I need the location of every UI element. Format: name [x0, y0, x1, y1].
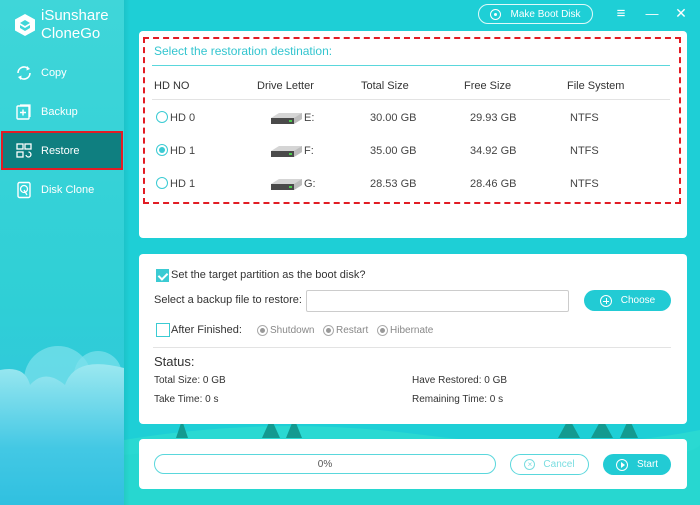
sidebar-divider: [124, 0, 130, 505]
drive-letter: F:: [304, 145, 314, 157]
hd-number: HD 0: [170, 112, 196, 124]
hibernate-radio[interactable]: Hibernate: [377, 325, 433, 336]
backup-file-label: Select a backup file to restore:: [154, 294, 302, 306]
total-size-status: Total Size: 0 GB: [154, 375, 226, 386]
disk-clone-icon: [15, 181, 33, 199]
make-boot-disk-button[interactable]: Make Boot Disk: [478, 4, 593, 24]
destination-panel: Select the restoration destination: HD N…: [139, 31, 687, 238]
total-size: 30.00 GB: [370, 112, 417, 124]
file-system: NTFS: [570, 112, 599, 124]
table-row[interactable]: HD 0 E: 30.00 GB 29.93 GB NTFS: [139, 109, 687, 129]
after-finished-label: After Finished:: [171, 324, 242, 336]
choose-button[interactable]: Choose: [584, 290, 671, 311]
options-panel: Set the target partition as the boot dis…: [139, 254, 687, 424]
header-divider: [152, 99, 670, 100]
hard-drive-icon: [271, 179, 302, 190]
app-logo: iSunshare CloneGo: [14, 7, 109, 43]
have-restored-status: Have Restored: 0 GB: [412, 375, 508, 386]
hd-number: HD 1: [170, 178, 196, 190]
status-heading: Status:: [154, 354, 195, 369]
radio-icon: [323, 325, 334, 336]
remaining-time-status: Remaining Time: 0 s: [412, 394, 504, 405]
row-radio[interactable]: [156, 144, 168, 156]
total-size: 28.53 GB: [370, 178, 417, 190]
restart-radio[interactable]: Restart: [323, 325, 368, 336]
free-size: 28.46 GB: [470, 178, 517, 190]
sync-icon: [15, 64, 33, 82]
brand-name-line2: CloneGo: [41, 25, 101, 42]
row-radio[interactable]: [156, 177, 168, 189]
sidebar-item-label: Disk Clone: [41, 183, 95, 196]
menu-icon[interactable]: ≡: [612, 3, 630, 23]
close-icon[interactable]: ✕: [672, 3, 690, 23]
restore-icon: [15, 142, 33, 160]
shutdown-radio[interactable]: Shutdown: [257, 325, 314, 336]
cancel-label: Cancel: [543, 459, 575, 470]
drive-letter: E:: [304, 112, 315, 124]
shutdown-label: Shutdown: [270, 325, 315, 336]
backup-plus-icon: [15, 103, 33, 121]
sidebar-item-disk-clone[interactable]: Disk Clone: [0, 170, 124, 209]
status-divider: [153, 347, 671, 348]
cancel-circle-icon: ×: [524, 459, 536, 470]
destination-title: Select the restoration destination:: [154, 44, 333, 58]
choose-label: Choose: [620, 295, 656, 306]
start-button[interactable]: Start: [603, 454, 671, 475]
plus-circle-icon: [599, 294, 612, 307]
sidebar-item-label: Copy: [41, 66, 67, 79]
table-row[interactable]: HD 1 G: 28.53 GB 28.46 GB NTFS: [139, 175, 687, 195]
start-label: Start: [636, 459, 659, 470]
title-divider: [152, 65, 670, 66]
file-system: NTFS: [570, 178, 599, 190]
after-finished-checkbox[interactable]: [156, 323, 170, 337]
sidebar-item-backup[interactable]: Backup: [0, 92, 124, 131]
hard-drive-icon: [271, 146, 302, 157]
sidebar-item-label: Restore: [41, 144, 80, 157]
free-size: 29.93 GB: [470, 112, 517, 124]
sidebar: iSunshare CloneGo Copy Backup Restore Di…: [0, 0, 124, 505]
progress-label: 0%: [317, 458, 333, 470]
play-circle-icon: [615, 458, 628, 471]
backup-file-input[interactable]: [306, 290, 569, 312]
drive-letter: G:: [304, 178, 316, 190]
cancel-button[interactable]: × Cancel: [510, 454, 589, 475]
radio-icon: [377, 325, 388, 336]
sidebar-item-restore[interactable]: Restore: [1, 131, 123, 170]
sidebar-item-label: Backup: [41, 105, 78, 118]
restart-label: Restart: [336, 325, 369, 336]
column-header-total-size: Total Size: [361, 80, 409, 92]
boot-disk-label: Set the target partition as the boot dis…: [171, 269, 366, 281]
boot-disk-checkbox[interactable]: [156, 269, 169, 282]
radio-icon: [257, 325, 268, 336]
column-header-drive-letter: Drive Letter: [257, 80, 314, 92]
column-header-free-size: Free Size: [464, 80, 512, 92]
minimize-icon[interactable]: —: [643, 3, 661, 23]
table-row[interactable]: HD 1 F: 35.00 GB 34.92 GB NTFS: [139, 142, 687, 162]
progress-bar: 0%: [154, 454, 496, 474]
column-header-file-system: File System: [567, 80, 625, 92]
take-time-status: Take Time: 0 s: [154, 394, 219, 405]
disc-icon: [490, 8, 502, 20]
hd-number: HD 1: [170, 145, 196, 157]
hard-drive-icon: [271, 113, 302, 124]
file-system: NTFS: [570, 145, 599, 157]
total-size: 35.00 GB: [370, 145, 417, 157]
logo-icon: [15, 14, 35, 36]
free-size: 34.92 GB: [470, 145, 517, 157]
make-boot-disk-label: Make Boot Disk: [510, 8, 581, 20]
clouds-decoration: [0, 346, 124, 505]
column-header-hd-no: HD NO: [154, 80, 190, 92]
sidebar-nav: Copy Backup Restore Disk Clone: [0, 53, 124, 209]
row-radio[interactable]: [156, 111, 168, 123]
hibernate-label: Hibernate: [390, 325, 434, 336]
sidebar-item-copy[interactable]: Copy: [0, 53, 124, 92]
brand-name-line1: iSunshare: [41, 7, 109, 24]
progress-panel: 0% × Cancel Start: [139, 439, 687, 489]
